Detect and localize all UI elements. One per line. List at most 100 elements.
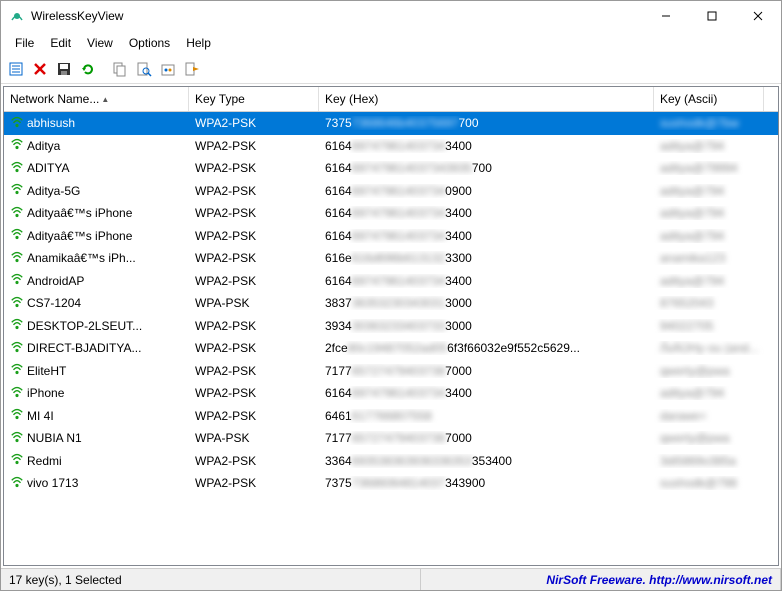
copy-button[interactable]	[109, 58, 131, 80]
cell-key-type: WPA2-PSK	[189, 364, 319, 378]
cell-key-ascii: aditya@794	[654, 386, 764, 400]
refresh-button[interactable]	[77, 58, 99, 80]
cell-network-name: Aditya	[27, 139, 60, 153]
nirsoft-link[interactable]: NirSoft Freeware. http://www.nirsoft.net	[546, 573, 772, 587]
properties-button[interactable]	[5, 58, 27, 80]
menu-options[interactable]: Options	[121, 33, 178, 53]
wifi-icon	[10, 227, 24, 244]
maximize-button[interactable]	[689, 1, 735, 31]
table-row[interactable]: Redmi WPA2-PSK336469353836393633635335340…	[4, 450, 778, 473]
wifi-icon	[10, 385, 24, 402]
delete-button[interactable]	[29, 58, 51, 80]
table-row[interactable]: NUBIA N1WPA-PSK7177657274794037387000qwe…	[4, 427, 778, 450]
table-row[interactable]: AndroidAPWPA2-PSK6164697479614037343400a…	[4, 270, 778, 293]
cell-network-name: abhisush	[27, 116, 75, 130]
table-row[interactable]: EliteHTWPA2-PSK7177657274794037387000qwe…	[4, 360, 778, 383]
table-row[interactable]: Adityaâ€™s iPhone WPA2-PSK616469747961403…	[4, 225, 778, 248]
cell-network-name: Adityaâ€™s iPhone	[27, 229, 132, 243]
cell-key-hex: 7177657274794037387000	[319, 364, 654, 378]
wifi-icon	[10, 362, 24, 379]
table-row[interactable]: vivo 1713 WPA2-PSK73757368606481403734390…	[4, 472, 778, 495]
table-row[interactable]: AdityaWPA2-PSK6164697479614037343400adit…	[4, 135, 778, 158]
cell-network-name: NUBIA N1	[27, 431, 82, 445]
cell-key-ascii: aditya@794	[654, 139, 764, 153]
cell-key-ascii: aditya@794	[654, 184, 764, 198]
cell-key-hex: 6164697479614037343400	[319, 206, 654, 220]
cell-network-name: Aditya-5G	[27, 184, 80, 198]
table-row[interactable]: DIRECT-BJADITYA...WPA2-PSK2fce80c1948705…	[4, 337, 778, 360]
cell-key-type: WPA2-PSK	[189, 386, 319, 400]
options-button[interactable]	[157, 58, 179, 80]
cell-key-type: WPA2-PSK	[189, 454, 319, 468]
cell-network-name: Redmi	[27, 454, 62, 468]
wifi-icon	[10, 430, 24, 447]
cell-key-hex: 6164697479614037343400	[319, 229, 654, 243]
cell-key-hex: 7177657274794037387000	[319, 431, 654, 445]
save-button[interactable]	[53, 58, 75, 80]
cell-key-type: WPA2-PSK	[189, 476, 319, 490]
listview-body[interactable]: abhisushWPA2-PSK73757368646b40375697700s…	[4, 112, 778, 565]
wifi-icon	[10, 272, 24, 289]
toolbar	[1, 55, 781, 84]
cell-key-ascii: aditya@794	[654, 229, 764, 243]
cell-key-type: WPA2-PSK	[189, 319, 319, 333]
cell-key-hex: 6461617766807558	[319, 409, 654, 423]
cell-key-type: WPA2-PSK	[189, 341, 319, 355]
minimize-button[interactable]	[643, 1, 689, 31]
cell-key-hex: 737573686064814037343900	[319, 476, 654, 490]
column-key-type[interactable]: Key Type	[189, 87, 319, 111]
export-button[interactable]	[181, 58, 203, 80]
cell-key-hex: 3364693538363936336353353400	[319, 454, 654, 468]
wifi-icon	[10, 205, 24, 222]
table-row[interactable]: Aditya-5GWPA2-PSK6164697479614037340900a…	[4, 180, 778, 203]
cell-key-hex: 616e616d696b6131323300	[319, 251, 654, 265]
column-network-name[interactable]: Network Name...▲	[4, 87, 189, 111]
column-key-hex[interactable]: Key (Hex)	[319, 87, 654, 111]
cell-key-hex: 6164697479614037340900	[319, 184, 654, 198]
statusbar: 17 key(s), 1 Selected NirSoft Freeware. …	[1, 568, 781, 590]
find-button[interactable]	[133, 58, 155, 80]
cell-network-name: ADITYA	[27, 161, 69, 175]
menu-file[interactable]: File	[7, 33, 42, 53]
cell-key-hex: 3837363532303430313000	[319, 296, 654, 310]
menubar: File Edit View Options Help	[1, 31, 781, 55]
wifi-icon	[10, 295, 24, 312]
menu-edit[interactable]: Edit	[42, 33, 79, 53]
table-row[interactable]: MI 4IWPA2-PSK6461617766807558darawe=	[4, 405, 778, 428]
cell-key-type: WPA2-PSK	[189, 409, 319, 423]
status-credits: NirSoft Freeware. http://www.nirsoft.net	[421, 569, 781, 590]
cell-network-name: AndroidAP	[27, 274, 84, 288]
column-key-ascii[interactable]: Key (Ascii)	[654, 87, 764, 111]
wifi-icon	[10, 317, 24, 334]
cell-key-ascii: 87652043	[654, 296, 764, 310]
table-row[interactable]: DESKTOP-2LSEUT...WPA2-PSK393430363233403…	[4, 315, 778, 338]
cell-key-ascii: sushodk@798	[654, 476, 764, 490]
cell-key-ascii: qwerty@pwa	[654, 431, 764, 445]
table-row[interactable]: CS7-1204WPA-PSK3837363532303430313000876…	[4, 292, 778, 315]
cell-key-hex: 6164697479614037343400	[319, 274, 654, 288]
cell-network-name: vivo 1713	[27, 476, 78, 490]
status-selection: 17 key(s), 1 Selected	[1, 569, 421, 590]
table-row[interactable]: Adityaâ€™s iPhoneWPA2-PSK616469747961403…	[4, 202, 778, 225]
cell-network-name: MI 4I	[27, 409, 54, 423]
table-row[interactable]: Anamikaâ€™s iPh...WPA2-PSK616e616d696b61…	[4, 247, 778, 270]
cell-key-ascii: 94022705	[654, 319, 764, 333]
menu-view[interactable]: View	[79, 33, 121, 53]
cell-key-type: WPA2-PSK	[189, 116, 319, 130]
cell-key-ascii: aditya@794	[654, 274, 764, 288]
cell-key-type: WPA-PSK	[189, 296, 319, 310]
wifi-icon	[10, 115, 24, 132]
cell-key-ascii: aditya@794	[654, 206, 764, 220]
table-row[interactable]: iPhoneWPA2-PSK6164697479614037343400adit…	[4, 382, 778, 405]
close-button[interactable]	[735, 1, 781, 31]
cell-key-ascii: /ÎxÀÙHy·ou (and...	[654, 341, 764, 355]
cell-key-type: WPA2-PSK	[189, 229, 319, 243]
wifi-icon	[10, 475, 24, 492]
table-row[interactable]: abhisushWPA2-PSK73757368646b40375697700s…	[4, 112, 778, 135]
column-headers: Network Name...▲ Key Type Key (Hex) Key …	[4, 87, 778, 112]
cell-network-name: EliteHT	[27, 364, 66, 378]
cell-network-name: Anamikaâ€™s iPh...	[27, 251, 136, 265]
table-row[interactable]: ADITYAWPA2-PSK6164697479614037343935700a…	[4, 157, 778, 180]
menu-help[interactable]: Help	[178, 33, 219, 53]
cell-key-hex: 73757368646b40375697700	[319, 116, 654, 130]
